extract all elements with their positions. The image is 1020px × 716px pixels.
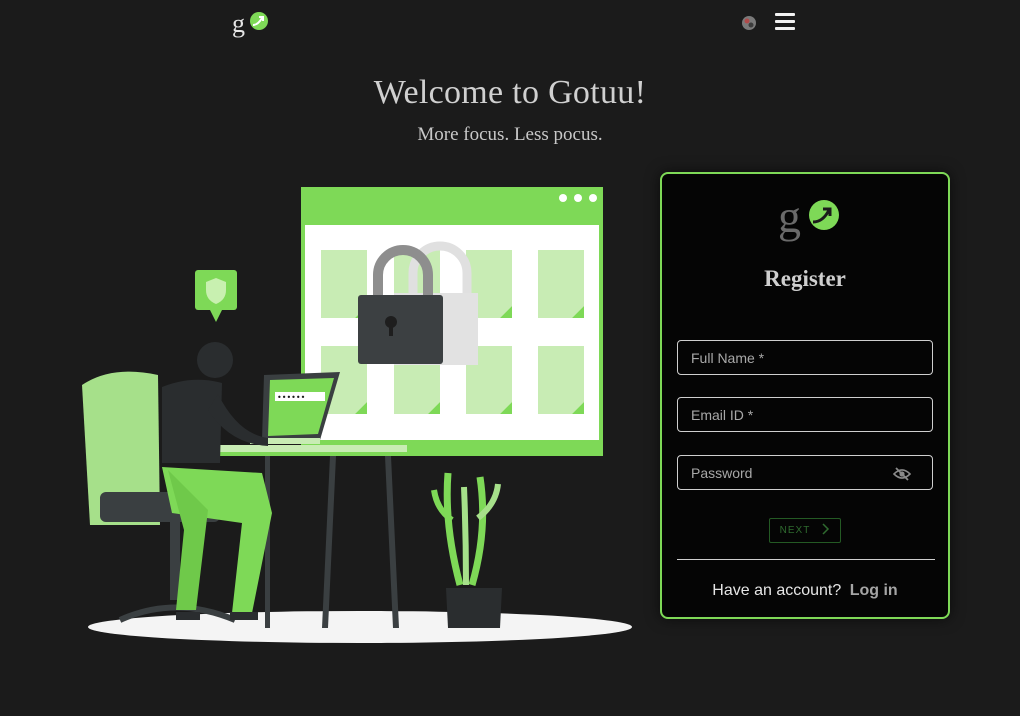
full-name-field[interactable]	[677, 340, 933, 375]
register-card: g Register NEXT Have an account? Log in	[660, 172, 950, 619]
laptop-password-mask: ••••••	[277, 393, 305, 402]
page-title: Welcome to Gotuu!	[373, 74, 647, 111]
divider	[677, 559, 935, 560]
top-bar: g	[0, 0, 1020, 46]
hamburger-menu-icon[interactable]	[775, 13, 795, 33]
full-name-input[interactable]	[678, 341, 932, 374]
email-field[interactable]	[677, 397, 933, 432]
svg-text:g: g	[232, 9, 245, 38]
register-title: Register	[764, 266, 846, 291]
secure-login-illustration: ••••••	[80, 180, 640, 650]
account-prompt-line: Have an account? Log in	[662, 582, 948, 600]
eye-off-icon[interactable]	[892, 465, 912, 483]
next-label: NEXT	[779, 525, 811, 536]
page-tagline: More focus. Less pocus.	[417, 124, 603, 145]
password-field[interactable]	[677, 455, 933, 490]
login-link[interactable]: Log in	[850, 582, 898, 599]
account-prompt: Have an account?	[712, 582, 842, 599]
email-input[interactable]	[678, 398, 932, 431]
gotuu-logo-icon: g	[778, 191, 844, 247]
next-button[interactable]: NEXT	[769, 518, 841, 543]
chevron-right-icon	[822, 523, 830, 538]
gotuu-logo-icon[interactable]: g	[230, 8, 270, 43]
svg-text:g: g	[778, 196, 801, 242]
globe-icon[interactable]	[741, 15, 757, 31]
